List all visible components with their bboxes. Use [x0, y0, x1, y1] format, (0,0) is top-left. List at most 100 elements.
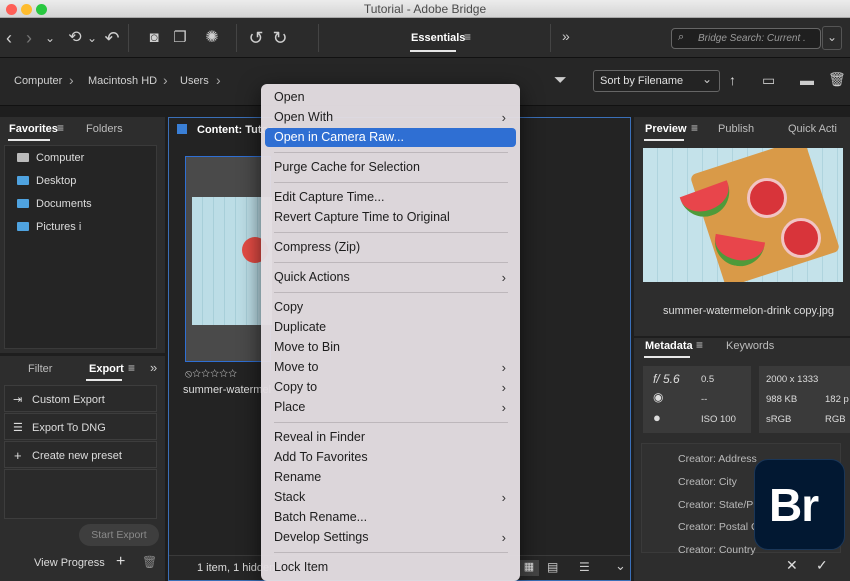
menu-item-edit-capture-time[interactable]: Edit Capture Time...: [265, 188, 516, 207]
item-label: Desktop: [36, 175, 77, 187]
back-icon[interactable]: ‹: [2, 26, 16, 50]
close-window-button[interactable]: [6, 4, 17, 15]
menu-item-place[interactable]: Place ›: [265, 398, 516, 417]
zoom-window-button[interactable]: [36, 4, 47, 15]
chevron-down-icon[interactable]: ⌄: [42, 26, 58, 50]
panel-menu-icon[interactable]: ≡: [691, 121, 698, 135]
tab-quick-actions[interactable]: Quick Acti: [788, 123, 837, 135]
menu-item-develop-settings[interactable]: Develop Settings ›: [265, 528, 516, 547]
panel-menu-icon[interactable]: ≡: [128, 361, 135, 375]
sidebar-item-computer[interactable]: Computer: [17, 152, 84, 164]
trash-icon[interactable]: 🗑: [828, 71, 846, 88]
cancel-icon[interactable]: ✕: [786, 557, 798, 574]
new-preset-item[interactable]: + Create new preset: [4, 441, 157, 468]
menu-separator: [274, 232, 508, 233]
tab-favorites[interactable]: Favorites: [9, 123, 58, 135]
export-dng-item[interactable]: ☰ Export To DNG: [4, 413, 157, 440]
sort-label: Sort by Filename: [600, 75, 684, 87]
menu-item-duplicate[interactable]: Duplicate: [265, 318, 516, 337]
menu-item-purge-cache[interactable]: Purge Cache for Selection: [265, 158, 516, 177]
panel-menu-icon[interactable]: ≡: [57, 121, 64, 135]
menu-item-move-to-bin[interactable]: Move to Bin: [265, 338, 516, 357]
field-creator-postal[interactable]: Creator: Postal Co: [678, 521, 764, 533]
recent-history-icon[interactable]: ⟲: [64, 26, 86, 50]
breadcrumb-users[interactable]: Users: [180, 75, 209, 87]
workspace-menu-icon[interactable]: ≡: [464, 30, 471, 44]
list-view-icon[interactable]: ☰: [579, 560, 590, 574]
panel-menu-icon[interactable]: ≡: [696, 338, 703, 352]
dimensions-value: 2000 x 1333: [766, 374, 819, 385]
custom-export-item[interactable]: ⇥ Custom Export: [4, 385, 157, 412]
sidebar-item-documents[interactable]: Documents: [17, 198, 92, 210]
camera-icon[interactable]: ◙: [144, 26, 164, 50]
add-icon[interactable]: +: [116, 553, 125, 571]
menu-item-move-to[interactable]: Move to ›: [265, 358, 516, 377]
recent-folders-icon[interactable]: ▭: [762, 72, 775, 89]
menu-item-stack[interactable]: Stack ›: [265, 488, 516, 507]
bridge-logo: Br: [754, 459, 845, 550]
new-folder-icon[interactable]: ▬: [800, 72, 814, 88]
tab-preview[interactable]: Preview: [645, 123, 687, 135]
minimize-window-button[interactable]: [21, 4, 32, 15]
thumbnail-filename: summer-watermel: [183, 384, 272, 396]
tab-filter[interactable]: Filter: [28, 363, 52, 375]
copy-files-icon[interactable]: ❐: [170, 26, 190, 50]
menu-item-lock-item[interactable]: Lock Item: [265, 558, 516, 577]
menu-item-open[interactable]: Open: [265, 88, 516, 107]
tab-export[interactable]: Export: [89, 363, 124, 375]
menu-item-compress[interactable]: Compress (Zip): [265, 238, 516, 257]
tab-publish[interactable]: Publish: [718, 123, 754, 135]
menu-item-open-camera-raw[interactable]: Open in Camera Raw...: [265, 128, 516, 147]
filter-icon[interactable]: ⏷: [554, 72, 567, 90]
sidebar-item-desktop[interactable]: Desktop: [17, 175, 76, 187]
tab-keywords[interactable]: Keywords: [726, 340, 774, 352]
field-creator-state[interactable]: Creator: State/Pro: [678, 499, 763, 511]
menu-item-open-with[interactable]: Open With ›: [265, 108, 516, 127]
start-export-button[interactable]: Start Export: [79, 524, 159, 546]
chevron-down-icon[interactable]: ⌄: [86, 26, 98, 50]
workspace-essentials-tab[interactable]: Essentials: [411, 32, 465, 44]
sidebar-item-pictures[interactable]: Pictures i: [17, 221, 81, 233]
sort-direction-icon[interactable]: ↑: [729, 72, 736, 88]
search-options-dropdown[interactable]: ⌄: [822, 26, 842, 50]
menu-item-batch-rename[interactable]: Batch Rename...: [265, 508, 516, 527]
drink-glass: [747, 178, 787, 218]
rotate-right-icon[interactable]: ↻: [270, 26, 290, 50]
file-data-box: 2000 x 1333 988 KB 182 p sRGB RGB: [759, 366, 850, 433]
field-creator-city[interactable]: Creator: City: [678, 476, 737, 488]
sort-dropdown[interactable]: Sort by Filename ⌄: [593, 70, 720, 92]
more-workspaces-icon[interactable]: »: [562, 28, 570, 44]
expand-icon[interactable]: »: [150, 360, 157, 375]
chevron-down-icon[interactable]: ⌄: [615, 558, 626, 574]
apply-icon[interactable]: ✓: [816, 557, 828, 574]
rotate-left-icon[interactable]: ↺: [246, 26, 266, 50]
list-icon: ☰: [13, 422, 23, 434]
field-creator-address[interactable]: Creator: Address: [678, 453, 757, 465]
field-creator-country[interactable]: Creator: Country: [678, 544, 756, 556]
metering-icon: ◉: [653, 390, 664, 404]
menu-item-add-to-favorites[interactable]: Add To Favorites: [265, 448, 516, 467]
tab-folders[interactable]: Folders: [86, 123, 123, 135]
details-view-icon[interactable]: ▤: [547, 560, 558, 574]
chevron-right-icon: ›: [501, 490, 506, 505]
menu-item-quick-actions[interactable]: Quick Actions ›: [265, 268, 516, 287]
view-progress-link[interactable]: View Progress: [34, 557, 105, 569]
menu-item-revert-capture-time[interactable]: Revert Capture Time to Original: [265, 208, 516, 227]
thumbnail-card[interactable]: [185, 156, 272, 362]
grid-view-icon[interactable]: ▦: [519, 560, 539, 576]
rating-stars[interactable]: ⦸☆☆☆☆☆: [185, 368, 237, 381]
preview-image: [643, 148, 843, 282]
tab-metadata[interactable]: Metadata: [645, 340, 693, 352]
boomerang-icon[interactable]: ↶: [104, 26, 120, 50]
refine-icon[interactable]: ✺: [202, 26, 222, 50]
breadcrumb-macintosh-hd[interactable]: Macintosh HD: [88, 75, 157, 87]
menu-item-copy[interactable]: Copy: [265, 298, 516, 317]
menu-item-copy-to[interactable]: Copy to ›: [265, 378, 516, 397]
search-field[interactable]: ⌕ Bridge Search: Current .: [671, 28, 821, 49]
menu-item-reveal-in-finder[interactable]: Reveal in Finder: [265, 428, 516, 447]
forward-icon[interactable]: ›: [22, 26, 36, 50]
breadcrumb-computer[interactable]: Computer: [14, 75, 62, 87]
trash-icon[interactable]: 🗑: [142, 555, 157, 569]
folder-icon: [17, 176, 29, 185]
menu-item-rename[interactable]: Rename: [265, 468, 516, 487]
